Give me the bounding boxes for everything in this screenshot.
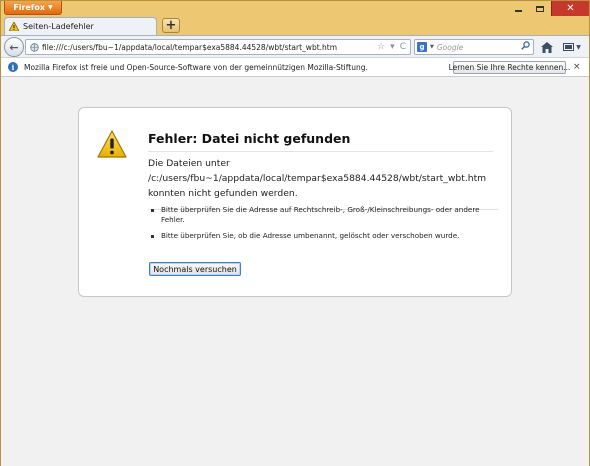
error-suggestions: Bitte überprüfen Sie die Adresse auf Rec… bbox=[148, 205, 488, 247]
window-controls: ✕ bbox=[507, 1, 589, 16]
back-arrow-icon: ← bbox=[9, 40, 19, 54]
close-icon: ✕ bbox=[566, 3, 575, 14]
minimize-button[interactable] bbox=[507, 1, 529, 16]
search-bar[interactable]: g ▼ Google bbox=[414, 39, 534, 55]
search-icon[interactable] bbox=[521, 41, 533, 53]
maximize-icon bbox=[536, 5, 544, 12]
close-window-button[interactable]: ✕ bbox=[551, 1, 589, 16]
screen-icon bbox=[563, 42, 575, 51]
maximize-button[interactable] bbox=[529, 1, 551, 16]
home-icon bbox=[541, 41, 553, 53]
magnifier-icon bbox=[521, 41, 530, 50]
info-icon: i bbox=[8, 62, 18, 72]
dropdown-icon[interactable]: ▾ bbox=[390, 42, 395, 52]
notification-text: Mozilla Firefox ist freie und Open-Sourc… bbox=[24, 62, 368, 72]
url-bar-actions: ☆ ▾ C bbox=[377, 42, 410, 52]
bullet-icon bbox=[151, 209, 154, 212]
back-button[interactable]: ← bbox=[4, 37, 24, 57]
url-text[interactable]: file:///c:/users/fbu~1/appdata/local/tem… bbox=[42, 43, 374, 52]
home-button[interactable] bbox=[540, 40, 554, 54]
chevron-down-icon: ▼ bbox=[576, 43, 581, 51]
close-icon[interactable]: × bbox=[573, 62, 581, 72]
url-bar[interactable]: file:///c:/users/fbu~1/appdata/local/tem… bbox=[25, 39, 411, 55]
suggestion-text: Bitte überprüfen Sie, ob die Adresse umb… bbox=[161, 231, 460, 240]
navigation-toolbar: ← file:///c:/users/fbu~1/appdata/local/t… bbox=[1, 35, 589, 57]
notification-bar: i Mozilla Firefox ist freie und Open-Sou… bbox=[1, 57, 589, 77]
warning-icon bbox=[9, 22, 19, 31]
chevron-down-icon[interactable]: ▼ bbox=[430, 44, 434, 50]
bullet-icon bbox=[151, 235, 154, 238]
error-title: Fehler: Datei nicht gefunden bbox=[148, 131, 493, 152]
tab-label: Seiten-Ladefehler bbox=[23, 22, 94, 31]
firefox-menu-label: Firefox bbox=[13, 3, 46, 12]
minimize-icon bbox=[514, 9, 522, 12]
globe-icon bbox=[30, 42, 39, 52]
search-input[interactable]: Google bbox=[437, 43, 518, 52]
google-icon[interactable]: g bbox=[417, 42, 427, 52]
toolbar-menu-button[interactable]: ▼ bbox=[560, 40, 584, 54]
bookmark-star-icon[interactable]: ☆ bbox=[377, 42, 385, 52]
retry-button[interactable]: Nochmals versuchen bbox=[149, 262, 241, 276]
list-item: Bitte überprüfen Sie die Adresse auf Rec… bbox=[148, 205, 488, 225]
know-your-rights-button[interactable]: Lernen Sie Ihre Rechte kennen... bbox=[449, 61, 570, 74]
title-bar: Firefox ▼ ✕ bbox=[1, 1, 589, 16]
list-item: Bitte überprüfen Sie, ob die Adresse umb… bbox=[148, 231, 488, 241]
firefox-menu-button[interactable]: Firefox ▼ bbox=[4, 1, 62, 15]
error-panel: Fehler: Datei nicht gefunden Die Dateien… bbox=[78, 107, 512, 297]
plus-icon: + bbox=[165, 18, 177, 33]
suggestion-text: Bitte überprüfen Sie die Adresse auf Rec… bbox=[161, 205, 480, 224]
browser-window: Firefox ▼ ✕ Seiten-Ladefehler + ← file:/… bbox=[0, 0, 590, 466]
new-tab-button[interactable]: + bbox=[162, 18, 180, 33]
tab-seiten-ladefehler[interactable]: Seiten-Ladefehler bbox=[4, 17, 157, 35]
tab-strip: Seiten-Ladefehler + bbox=[1, 16, 589, 35]
reload-icon[interactable]: C bbox=[400, 42, 406, 52]
chevron-down-icon: ▼ bbox=[48, 4, 53, 11]
page-content: Fehler: Datei nicht gefunden Die Dateien… bbox=[1, 77, 589, 466]
error-description: Die Dateien unter /c:/users/fbu~1/appdat… bbox=[148, 156, 498, 210]
warning-icon bbox=[97, 130, 127, 158]
